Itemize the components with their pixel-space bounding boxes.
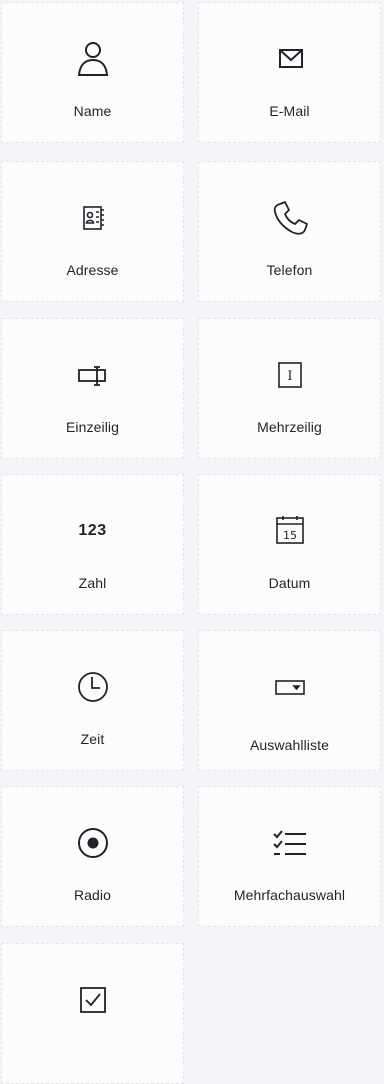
field-type-label: Telefon: [266, 262, 313, 278]
address-book-icon: [2, 198, 183, 238]
person-icon: [2, 39, 183, 79]
clock-icon: [2, 667, 183, 707]
field-type-label: Radio: [73, 887, 112, 903]
text-area-icon: I: [199, 355, 380, 395]
field-type-label: Auswahlliste: [249, 737, 329, 753]
envelope-icon: [199, 39, 380, 79]
field-type-label: E-Mail: [269, 103, 310, 119]
number-icon: 123: [2, 511, 183, 551]
field-type-label: Mehrzeilig: [257, 419, 322, 435]
field-type-phone[interactable]: Telefon: [198, 161, 381, 302]
field-type-multi-select[interactable]: Mehrfachauswahl: [198, 786, 381, 927]
field-type-radio[interactable]: Radio: [1, 786, 184, 927]
field-type-number[interactable]: 123 Zahl: [1, 474, 184, 615]
field-type-multi-line[interactable]: I Mehrzeilig: [198, 318, 381, 459]
field-type-single-line[interactable]: Einzeilig: [1, 318, 184, 459]
field-type-label: Mehrfachauswahl: [233, 887, 346, 903]
phone-icon: [199, 198, 380, 238]
field-type-label: Zahl: [78, 575, 107, 591]
field-type-email[interactable]: E-Mail: [198, 2, 381, 143]
calendar-icon: 15: [199, 511, 380, 551]
field-type-time[interactable]: Zeit: [1, 630, 184, 771]
dropdown-icon: [199, 667, 380, 707]
checklist-icon: [199, 823, 380, 863]
field-type-name[interactable]: Name: [1, 2, 184, 143]
checkbox-icon: [2, 980, 183, 1020]
field-type-date[interactable]: 15 Datum: [198, 474, 381, 615]
field-type-dropdown[interactable]: Auswahlliste: [198, 630, 381, 771]
calendar-day: 15: [283, 529, 297, 542]
field-type-checkbox[interactable]: [1, 943, 184, 1084]
field-type-label: Adresse: [66, 262, 119, 278]
field-type-grid: Name E-Mail Adresse Telefon Einzeilig I …: [0, 0, 384, 1084]
field-type-label: Name: [73, 103, 112, 119]
text-area-glyph: I: [287, 369, 292, 384]
number-icon-text: 123: [78, 522, 107, 539]
single-line-input-icon: [2, 355, 183, 395]
radio-icon: [2, 823, 183, 863]
field-type-label: Zeit: [80, 731, 105, 747]
field-type-label: Einzeilig: [65, 419, 120, 435]
field-type-label: Datum: [268, 575, 311, 591]
field-type-address[interactable]: Adresse: [1, 161, 184, 302]
